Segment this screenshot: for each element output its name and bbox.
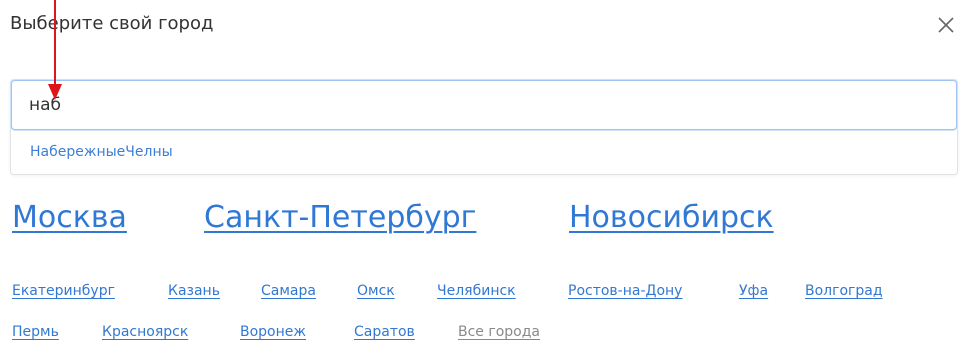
city-search-input[interactable] [11, 80, 957, 130]
city-link[interactable]: Пермь [12, 324, 59, 340]
city-link-saint-petersburg[interactable]: Санкт-Петербург [204, 200, 476, 235]
city-link-moscow[interactable]: Москва [12, 200, 127, 235]
city-link-novosibirsk[interactable]: Новосибирск [569, 200, 774, 235]
all-cities-link[interactable]: Все города [458, 324, 540, 340]
cities-row-2: Пермь Красноярск Воронеж Саратов Все гор… [0, 324, 960, 346]
search-dropdown: НабережныеЧелны [10, 79, 958, 175]
city-link[interactable]: Волгоград [805, 283, 883, 299]
city-link[interactable]: Ростов-на-Дону [568, 283, 682, 299]
city-link[interactable]: Красноярск [102, 324, 188, 340]
city-link[interactable]: Челябинск [437, 283, 516, 299]
annotation-arrow-icon [48, 0, 62, 100]
close-icon[interactable] [934, 12, 958, 38]
city-link[interactable]: Воронеж [240, 324, 306, 340]
city-link[interactable]: Саратов [354, 324, 415, 340]
city-link[interactable]: Уфа [739, 283, 768, 299]
suggestion-item[interactable]: НабережныеЧелны [30, 144, 173, 160]
city-link[interactable]: Екатеринбург [12, 283, 115, 299]
major-cities: Москва Санкт-Петербург Новосибирск [0, 200, 960, 250]
cities-row-1: Екатеринбург Казань Самара Омск Челябинс… [0, 283, 960, 305]
city-link[interactable]: Казань [168, 283, 220, 299]
city-link[interactable]: Омск [357, 283, 395, 299]
city-link[interactable]: Самара [261, 283, 316, 299]
